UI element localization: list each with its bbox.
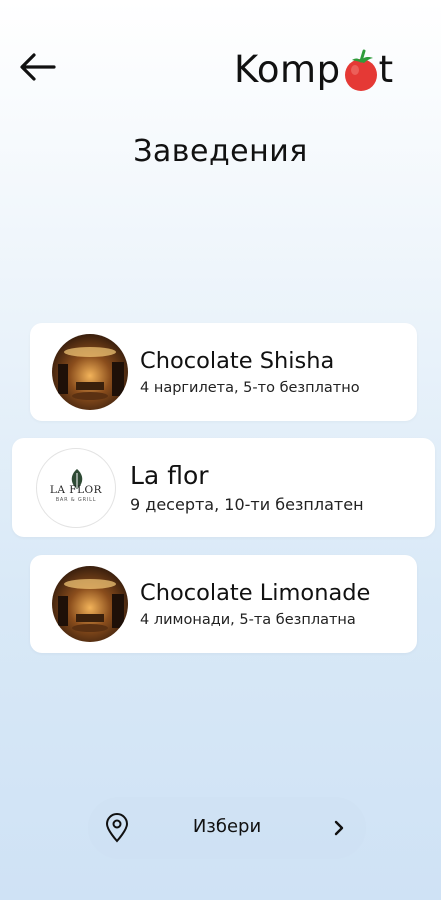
logo-text-left: Komp xyxy=(234,47,341,91)
la-flor-logo xyxy=(36,447,116,528)
back-button[interactable] xyxy=(18,50,58,84)
venue-name: La flor xyxy=(130,461,209,490)
venue-offer: 4 наргилета, 5-то безплатно xyxy=(140,380,360,396)
venue-card-chocolate-shisha[interactable]: Chocolate Shisha 4 наргилета, 5-то безпл… xyxy=(30,323,417,421)
venue-offer: 9 десерта, 10-ти безплатен xyxy=(130,495,364,514)
venue-offer: 4 лимонади, 5-та безплатна xyxy=(140,612,356,628)
app-logo: Komp t xyxy=(234,44,394,94)
location-selector-button[interactable]: Избери xyxy=(88,797,366,859)
arrow-left-icon xyxy=(20,53,56,81)
venue-info: Chocolate Shisha 4 наргилета, 5-то безпл… xyxy=(140,348,360,396)
venue-avatar xyxy=(52,334,128,410)
chevron-right-icon xyxy=(334,820,344,836)
tomato-icon xyxy=(342,48,380,94)
venue-card-la-flor[interactable]: LA FLOR BAR & GRILL La flor 9 десерта, 1… xyxy=(12,438,435,537)
logo-text-right: t xyxy=(378,47,394,91)
venue-card-chocolate-limonade[interactable]: Chocolate Limonade 4 лимонади, 5-та безп… xyxy=(30,555,417,653)
location-selector-label: Избери xyxy=(192,816,262,837)
venue-avatar xyxy=(52,566,128,642)
venue-info: La flor 9 десерта, 10-ти безплатен xyxy=(130,461,364,514)
venue-name: Chocolate Shisha xyxy=(140,348,335,374)
page-title: Заведения xyxy=(133,134,308,169)
venue-info: Chocolate Limonade 4 лимонади, 5-та безп… xyxy=(140,580,370,628)
venue-name: Chocolate Limonade xyxy=(140,580,371,606)
